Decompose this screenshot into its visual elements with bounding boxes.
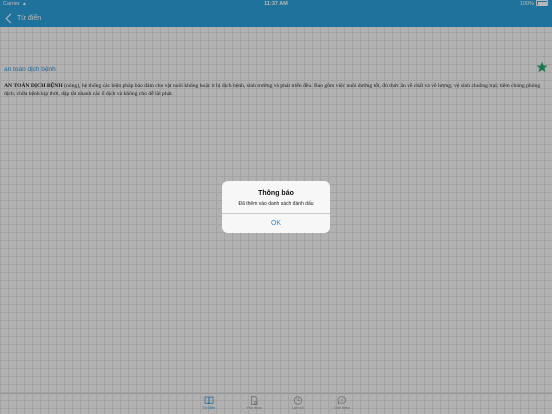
alert-message: Đã thêm vào danh sách đánh dấu xyxy=(238,201,314,207)
screen: Carrier ▲ 11:37 AM 100% Từ điển an toàn d… xyxy=(0,0,552,414)
alert-dialog: Thông báo Đã thêm vào danh sách đánh dấu… xyxy=(222,181,330,233)
ok-button[interactable]: OK xyxy=(222,214,330,233)
alert-title: Thông báo xyxy=(258,190,294,197)
